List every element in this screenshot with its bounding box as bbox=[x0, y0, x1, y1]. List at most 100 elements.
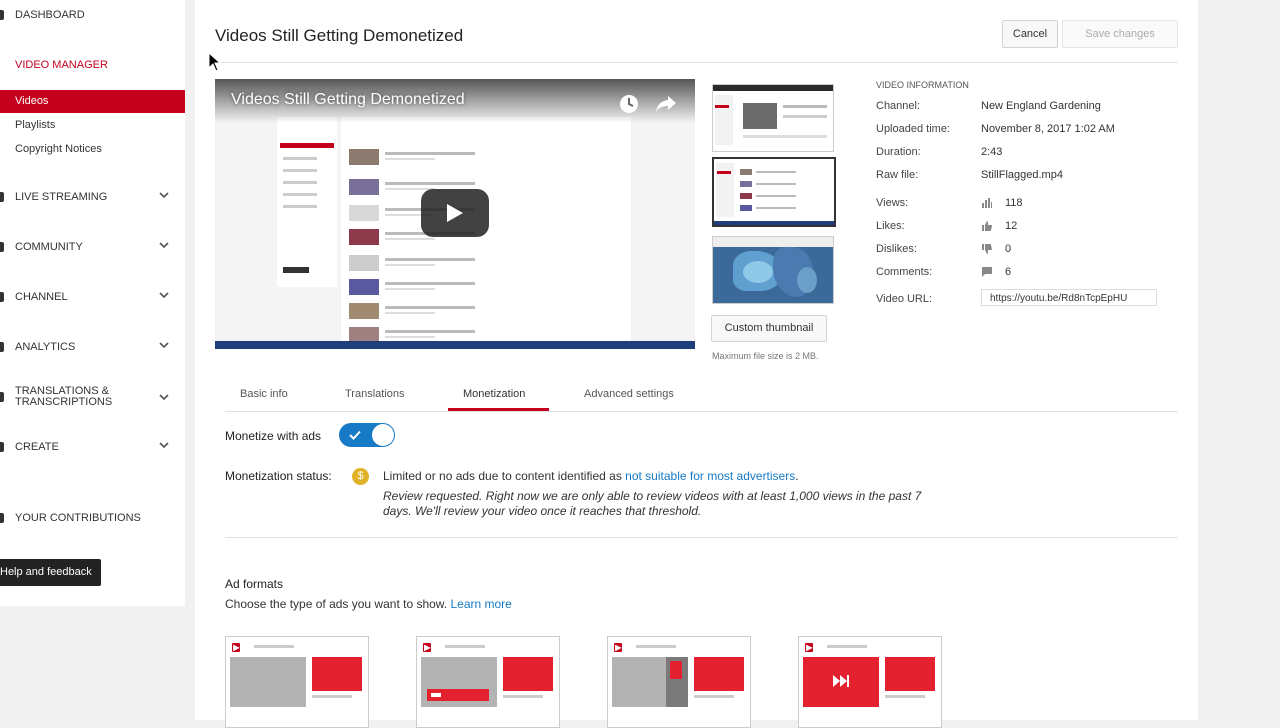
max-file-size-note: Maximum file size is 2 MB. bbox=[712, 351, 819, 361]
youtube-logo: ▶ bbox=[805, 643, 814, 652]
translations-icon bbox=[0, 392, 4, 402]
section-divider bbox=[225, 537, 1178, 538]
tab-advanced-settings[interactable]: Advanced settings bbox=[584, 388, 674, 400]
sidebar-item-your-contributions[interactable]: YOUR CONTRIBUTIONS bbox=[0, 507, 185, 531]
uploaded-value: November 8, 2017 1:02 AM bbox=[981, 123, 1115, 135]
player-title[interactable]: Videos Still Getting Demonetized bbox=[231, 91, 465, 109]
ad-format-sponsored-cards[interactable]: ▶ bbox=[607, 636, 751, 728]
sidebar-item-label: ANALYTICS bbox=[15, 341, 76, 353]
tab-translations[interactable]: Translations bbox=[345, 388, 405, 400]
help-feedback-button[interactable]: Help and feedback bbox=[0, 559, 101, 586]
thumbnail-option-3[interactable] bbox=[712, 236, 834, 304]
thumbnail-option-2[interactable] bbox=[712, 157, 836, 227]
channel-value: New England Gardening bbox=[981, 100, 1101, 112]
check-icon bbox=[349, 430, 361, 440]
live-streaming-icon bbox=[0, 192, 4, 202]
chevron-down-icon bbox=[159, 394, 169, 401]
cancel-button[interactable]: Cancel bbox=[1002, 20, 1058, 48]
thumbnail-option-1[interactable] bbox=[712, 84, 834, 152]
video-frame-sidebar bbox=[277, 117, 337, 287]
share-icon[interactable] bbox=[655, 93, 677, 113]
video-taskbar bbox=[215, 341, 695, 349]
chevron-down-icon bbox=[159, 292, 169, 299]
create-icon bbox=[0, 442, 4, 452]
toggle-knob bbox=[372, 424, 394, 446]
not-suitable-link[interactable]: not suitable for most advertisers bbox=[625, 469, 795, 483]
review-note: Review requested. Right now we are only … bbox=[383, 489, 922, 518]
duration-value: 2:43 bbox=[981, 146, 1003, 158]
skip-icon bbox=[833, 675, 849, 687]
ad-format-overlay[interactable]: ▶ bbox=[416, 636, 560, 728]
sidebar-item-label: DASHBOARD bbox=[15, 9, 85, 21]
tabs-divider bbox=[225, 411, 1178, 412]
sidebar-item-label: CREATE bbox=[15, 441, 59, 453]
header-divider bbox=[215, 62, 1178, 63]
ad-format-display[interactable]: ▶ bbox=[225, 636, 369, 728]
comments-label: Comments: bbox=[876, 266, 933, 278]
monetization-status-label: Monetization status: bbox=[225, 469, 332, 483]
mouse-cursor-icon bbox=[208, 52, 222, 72]
sidebar-item-video-manager[interactable]: VIDEO MANAGER bbox=[15, 59, 108, 71]
help-feedback-label: Help and feedback bbox=[0, 566, 92, 578]
video-url-label: Video URL: bbox=[876, 293, 933, 305]
tab-monetization[interactable]: Monetization bbox=[463, 388, 525, 400]
sidebar-item-create[interactable]: CREATE bbox=[0, 436, 185, 460]
raw-file-value: StillFlagged.mp4 bbox=[981, 169, 1063, 181]
likes-value: 12 bbox=[1005, 220, 1018, 232]
video-info-heading: VIDEO INFORMATION bbox=[876, 80, 969, 90]
tab-basic-info[interactable]: Basic info bbox=[240, 388, 288, 400]
status-text: Limited or no ads due to content identif… bbox=[383, 469, 626, 483]
youtube-logo: ▶ bbox=[614, 643, 623, 652]
youtube-logo: ▶ bbox=[232, 643, 241, 652]
page-title: Videos Still Getting Demonetized bbox=[215, 26, 464, 45]
analytics-icon bbox=[0, 342, 4, 352]
sidebar-item-label: Videos bbox=[15, 95, 49, 107]
chevron-down-icon bbox=[159, 192, 169, 199]
sidebar-item-videos[interactable]: Videos bbox=[0, 90, 185, 113]
sidebar-item-label: COMMUNITY bbox=[15, 241, 83, 253]
ad-format-skippable-video[interactable]: ▶ bbox=[798, 636, 942, 728]
sidebar-item-label: CHANNEL bbox=[15, 291, 68, 303]
uploaded-label: Uploaded time: bbox=[876, 123, 950, 135]
dislikes-value: 0 bbox=[1005, 243, 1012, 255]
sidebar-item-live-streaming[interactable]: LIVE STREAMING bbox=[0, 186, 185, 210]
video-url-field[interactable]: https://youtu.be/Rd8nTcpEpHU bbox=[981, 289, 1157, 306]
contributions-icon bbox=[0, 513, 4, 523]
sidebar-item-analytics[interactable]: ANALYTICS bbox=[0, 336, 185, 360]
views-label: Views: bbox=[876, 197, 909, 209]
right-gutter bbox=[1198, 0, 1280, 720]
community-icon bbox=[0, 242, 4, 252]
likes-label: Likes: bbox=[876, 220, 905, 232]
ad-formats-description: Choose the type of ads you want to show.… bbox=[225, 597, 512, 611]
sidebar-item-community[interactable]: COMMUNITY bbox=[0, 236, 185, 260]
chevron-down-icon bbox=[159, 242, 169, 249]
sidebar-item-copyright-notices[interactable]: Copyright Notices bbox=[15, 143, 102, 155]
learn-more-link[interactable]: Learn more bbox=[450, 597, 511, 611]
dashboard-icon bbox=[0, 10, 4, 20]
monetize-toggle[interactable] bbox=[339, 423, 395, 447]
comments-value: 6 bbox=[1005, 266, 1012, 278]
clock-icon[interactable] bbox=[618, 93, 640, 115]
video-player[interactable]: Videos Still Getting Demonetized bbox=[215, 79, 695, 349]
monetize-label: Monetize with ads bbox=[225, 429, 322, 443]
play-button[interactable] bbox=[421, 189, 489, 237]
sidebar-item-translations[interactable]: TRANSLATIONS & TRANSCRIPTIONS bbox=[0, 380, 185, 414]
sidebar-item-playlists[interactable]: Playlists bbox=[15, 119, 55, 131]
duration-label: Duration: bbox=[876, 146, 921, 158]
like-icon bbox=[982, 221, 992, 231]
save-changes-button[interactable]: Save changes bbox=[1062, 20, 1178, 48]
play-icon bbox=[447, 204, 463, 222]
custom-thumbnail-button[interactable]: Custom thumbnail bbox=[711, 315, 827, 342]
channel-icon bbox=[0, 292, 4, 302]
sidebar-item-dashboard[interactable]: DASHBOARD bbox=[0, 4, 185, 28]
dislike-icon bbox=[982, 244, 992, 254]
monetization-status-text: Limited or no ads due to content identif… bbox=[383, 469, 799, 483]
sidebar: DASHBOARD VIDEO MANAGER Videos Playlists… bbox=[0, 0, 185, 606]
views-value: 118 bbox=[1005, 197, 1023, 209]
sidebar-item-channel[interactable]: CHANNEL bbox=[0, 286, 185, 310]
sidebar-item-label: LIVE STREAMING bbox=[15, 191, 108, 203]
status-text-end: . bbox=[795, 469, 799, 483]
channel-label: Channel: bbox=[876, 100, 921, 112]
chevron-down-icon bbox=[159, 442, 169, 449]
chevron-down-icon bbox=[159, 342, 169, 349]
